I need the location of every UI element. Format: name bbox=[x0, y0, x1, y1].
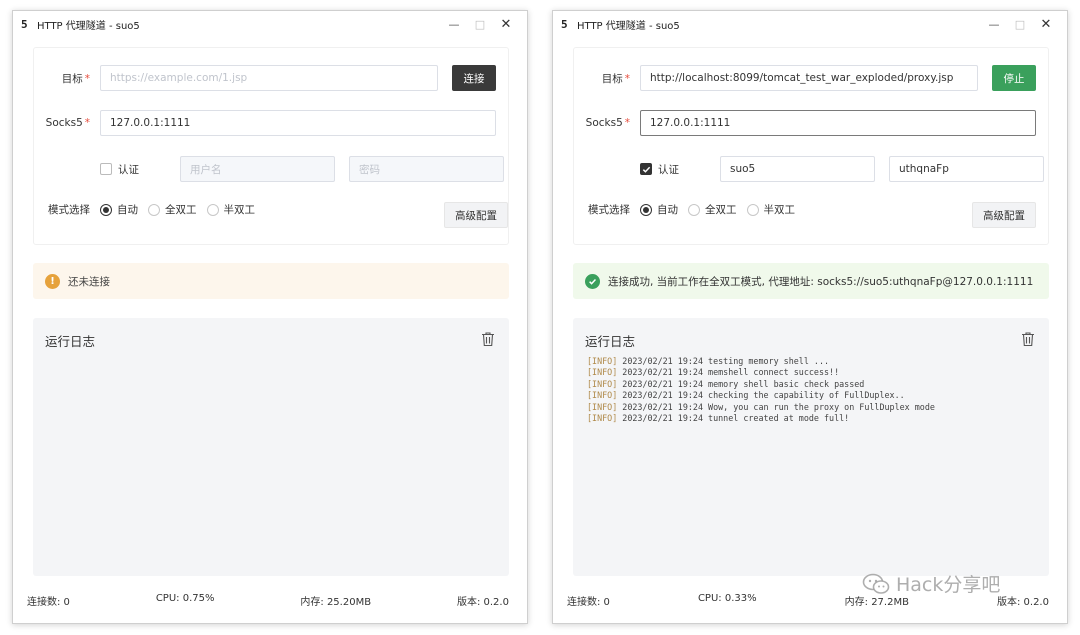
mode-option-auto[interactable]: 自动 bbox=[640, 202, 678, 217]
auth-checkbox[interactable] bbox=[640, 163, 652, 175]
app-logo-icon: 5 bbox=[21, 17, 28, 31]
auth-row: 认证 用户名 密码 bbox=[100, 156, 504, 182]
minimize-button[interactable]: — bbox=[981, 18, 1007, 31]
socks5-input[interactable]: 127.0.0.1:1111 bbox=[100, 110, 496, 136]
target-row: 目标 * https://example.com/1.jsp 连接 bbox=[34, 65, 496, 91]
minimize-button[interactable]: — bbox=[441, 18, 467, 31]
mode-option-full-duplex[interactable]: 全双工 bbox=[688, 202, 737, 217]
window-title: HTTP 代理隧道 - suo5 bbox=[37, 20, 140, 32]
log-panel: 运行日志 [INFO] 2023/02/21 19:24 testing mem… bbox=[573, 318, 1049, 576]
mode-option-full-duplex[interactable]: 全双工 bbox=[148, 202, 197, 217]
log-line: [INFO] 2023/02/21 19:24 testing memory s… bbox=[587, 356, 830, 366]
memory-usage: 内存: 25.20MB bbox=[300, 597, 372, 608]
log-title: 运行日志 bbox=[45, 334, 96, 349]
log-line: [INFO] 2023/02/21 19:24 tunnel created a… bbox=[587, 413, 850, 424]
socks5-row: Socks5 * 127.0.0.1:1111 bbox=[34, 110, 496, 136]
username-input[interactable]: 用户名 bbox=[180, 156, 335, 182]
connect-button[interactable]: 连接 bbox=[452, 65, 496, 91]
connections-count: 连接数: 0 bbox=[567, 597, 610, 608]
radio-icon bbox=[100, 203, 112, 216]
check-circle-icon bbox=[585, 273, 600, 289]
radio-icon bbox=[746, 203, 759, 216]
version: 版本: 0.2.0 bbox=[996, 597, 1049, 608]
socks5-row: Socks5 * 127.0.0.1:1111 bbox=[574, 110, 1036, 136]
mode-option-half-duplex[interactable]: 半双工 bbox=[206, 202, 255, 217]
log-panel: 运行日志 bbox=[33, 318, 509, 576]
close-button[interactable]: ✕ bbox=[493, 17, 519, 32]
target-input[interactable]: https://example.com/1.jsp bbox=[100, 65, 438, 91]
target-row: 目标 * http://localhost:8099/tomcat_test_wa… bbox=[574, 65, 1036, 91]
status-alert: 连接成功, 当前工作在全双工模式, 代理地址: socks5://suo5:ut… bbox=[573, 263, 1049, 299]
mode-label: 模式选择 bbox=[588, 204, 630, 216]
watermark: Hack分享吧 bbox=[862, 570, 1000, 597]
maximize-button[interactable]: □ bbox=[467, 18, 493, 31]
target-label: 目标 * bbox=[601, 72, 630, 85]
log-line: [INFO] 2023/02/21 19:24 memory shell bas… bbox=[587, 378, 865, 389]
log-line: [INFO] 2023/02/21 19:24 Wow, you can run… bbox=[587, 401, 935, 412]
cpu-usage: CPU: 0.75% bbox=[155, 593, 215, 604]
radio-icon bbox=[640, 203, 652, 216]
connections-count: 连接数: 0 bbox=[27, 597, 70, 608]
mode-radio-group: 自动 全双工 半双工 bbox=[640, 202, 805, 217]
socks5-label: Socks5 * bbox=[45, 117, 90, 129]
mode-radio-group: 自动 全双工 半双工 bbox=[100, 202, 265, 217]
title-bar[interactable]: 5 HTTP 代理隧道 - suo5 — □ ✕ bbox=[553, 11, 1067, 37]
title-bar[interactable]: 5 HTTP 代理隧道 - suo5 — □ ✕ bbox=[13, 11, 527, 37]
log-lines: [INFO] 2023/02/21 19:24 testing memory s… bbox=[587, 356, 935, 424]
mode-option-half-duplex[interactable]: 半双工 bbox=[746, 202, 795, 217]
watermark-text: Hack分享吧 bbox=[896, 574, 1001, 596]
check-icon bbox=[642, 166, 650, 173]
log-title: 运行日志 bbox=[585, 334, 636, 349]
close-button[interactable]: ✕ bbox=[1033, 17, 1059, 32]
log-line: [INFO] 2023/02/21 19:24 checking the cap… bbox=[587, 390, 905, 401]
trash-icon[interactable] bbox=[481, 331, 495, 347]
socks5-label: Socks5 * bbox=[585, 117, 630, 129]
mode-row: 模式选择 自动 全双工 半双工 bbox=[34, 202, 265, 217]
password-input[interactable]: 密码 bbox=[349, 156, 504, 182]
cpu-usage: CPU: 0.33% bbox=[697, 593, 757, 604]
log-line: [INFO] 2023/02/21 19:24 memshell connect… bbox=[587, 367, 840, 378]
trash-icon[interactable] bbox=[1021, 331, 1035, 347]
app-logo-icon: 5 bbox=[561, 17, 568, 31]
window-right: 5 HTTP 代理隧道 - suo5 — □ ✕ 目标 * http://loca… bbox=[552, 10, 1068, 624]
version: 版本: 0.2.0 bbox=[456, 597, 509, 608]
target-label: 目标 * bbox=[61, 72, 90, 85]
wechat-icon bbox=[862, 573, 890, 594]
config-form: 目标 * https://example.com/1.jsp 连接 Socks5 *… bbox=[33, 47, 509, 245]
config-form: 目标 * http://localhost:8099/tomcat_test_wa… bbox=[573, 47, 1049, 245]
window-left: 5 HTTP 代理隧道 - suo5 — □ ✕ 目标 * https://exa… bbox=[12, 10, 528, 624]
mode-label: 模式选择 bbox=[48, 204, 90, 216]
mode-option-auto[interactable]: 自动 bbox=[100, 202, 138, 217]
username-input[interactable]: suo5 bbox=[720, 156, 875, 182]
radio-icon bbox=[688, 203, 700, 216]
auth-label: 认证 bbox=[118, 163, 139, 176]
alert-text: 连接成功, 当前工作在全双工模式, 代理地址: socks5://suo5:ut… bbox=[608, 275, 1034, 288]
mode-row: 模式选择 自动 全双工 半双工 bbox=[574, 202, 805, 217]
socks5-input[interactable]: 127.0.0.1:1111 bbox=[640, 110, 1036, 136]
password-input[interactable]: uthqnaFp bbox=[889, 156, 1044, 182]
status-alert: ! 还未连接 bbox=[33, 263, 509, 299]
maximize-button[interactable]: □ bbox=[1007, 18, 1033, 31]
advanced-config-button[interactable]: 高级配置 bbox=[972, 202, 1036, 228]
status-bar: 连接数: 0 CPU: 0.75% 内存: 25.20MB 版本: 0.2.0 bbox=[27, 593, 509, 608]
auth-label: 认证 bbox=[658, 163, 679, 176]
auth-checkbox[interactable] bbox=[100, 163, 112, 175]
radio-icon bbox=[148, 203, 160, 216]
alert-text: 还未连接 bbox=[68, 275, 110, 288]
auth-row: 认证 suo5 uthqnaFp bbox=[640, 156, 1044, 182]
window-title: HTTP 代理隧道 - suo5 bbox=[577, 20, 680, 32]
warning-icon: ! bbox=[45, 273, 60, 289]
stop-button[interactable]: 停止 bbox=[992, 65, 1036, 91]
target-input[interactable]: http://localhost:8099/tomcat_test_war_ex… bbox=[640, 65, 978, 91]
advanced-config-button[interactable]: 高级配置 bbox=[444, 202, 508, 228]
radio-icon bbox=[206, 203, 219, 216]
